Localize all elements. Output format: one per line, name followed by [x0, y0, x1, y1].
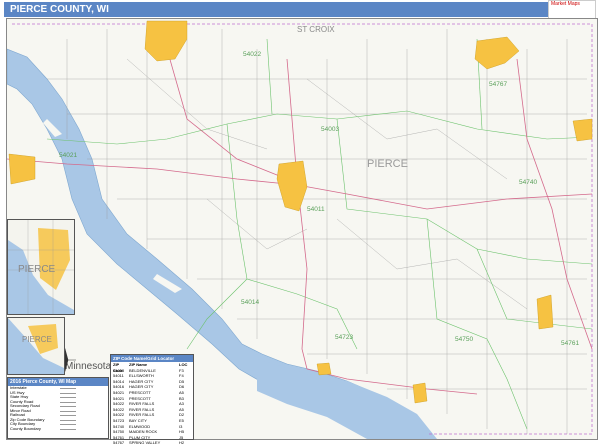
row-loc: H2	[179, 440, 185, 446]
zip-label: 54011	[307, 206, 325, 213]
county-map[interactable]: ST CROIX PIERCE 54022 54767 54003 54021 …	[6, 18, 598, 440]
city-plum-city	[536, 294, 554, 330]
zip-table-title: ZIP Code Name/Grid Locator	[111, 355, 193, 362]
zip-label: 54014	[241, 299, 259, 306]
zip-locator-table: ZIP Code Name/Grid Locator ZIP Code ZIP …	[110, 354, 194, 445]
legend-swatch	[60, 428, 76, 430]
inset-canvas: PIERCE	[8, 318, 64, 374]
neighbor-county-label: ST CROIX	[297, 25, 335, 34]
publisher-logo: Market Maps	[548, 0, 596, 19]
city-maiden-rock	[412, 382, 428, 404]
zip-label: 54761	[561, 340, 579, 347]
page-title: PIERCE COUNTY, WI	[4, 2, 596, 17]
legend-swatch	[60, 415, 76, 416]
zip-label: 54767	[489, 81, 507, 88]
legend-swatch	[60, 388, 76, 389]
legend-swatch	[60, 392, 76, 394]
legend-swatch	[60, 419, 76, 421]
legend-item: County Boundary	[8, 425, 108, 432]
map-page: PIERCE COUNTY, WI Market Maps ST CROIX P…	[0, 0, 600, 445]
city-bay-city	[316, 362, 332, 376]
logo-text: Market Maps	[551, 1, 580, 7]
legend-swatch	[60, 397, 76, 398]
inset-label: PIERCE	[18, 264, 56, 275]
inset-canvas: PIERCE	[8, 220, 74, 314]
legend-swatch	[60, 406, 76, 407]
zip-label: 54723	[335, 334, 353, 341]
map-canvas: ST CROIX PIERCE 54022 54767 54003 54021 …	[6, 19, 597, 440]
city-prescott	[8, 153, 36, 185]
row-name: SPRING VALLEY	[129, 440, 161, 446]
state-label: Minnesota	[65, 361, 112, 372]
legend-item-label: County Boundary	[10, 425, 41, 431]
zip-table-body: 54003 BELDENVILLE F3 54011 ELLSWORTH F4 54014 H…	[111, 368, 193, 446]
inset-label: PIERCE	[22, 335, 52, 344]
county-label: PIERCE	[367, 158, 408, 170]
zip-label: 54021	[59, 152, 77, 159]
zip-label: 54022	[243, 51, 261, 58]
legend-items: Interstate US Hwy State Hwy County Road Seco…	[8, 385, 108, 432]
zip-label: 54750	[455, 336, 473, 343]
legend-swatch	[60, 410, 76, 412]
row-zip: 54767	[113, 440, 125, 446]
inset-map-bottom: PIERCE	[7, 317, 65, 375]
inset-map-top: PIERCE	[7, 219, 75, 315]
zip-label: 54740	[519, 179, 537, 186]
legend-swatch	[60, 424, 76, 425]
zip-label: 54003	[321, 126, 339, 133]
map-legend: 2016 Pierce County, WI Map Interstate US …	[7, 377, 109, 439]
legend-swatch	[60, 401, 76, 403]
table-row: 54767 SPRING VALLEY H2	[111, 440, 193, 446]
